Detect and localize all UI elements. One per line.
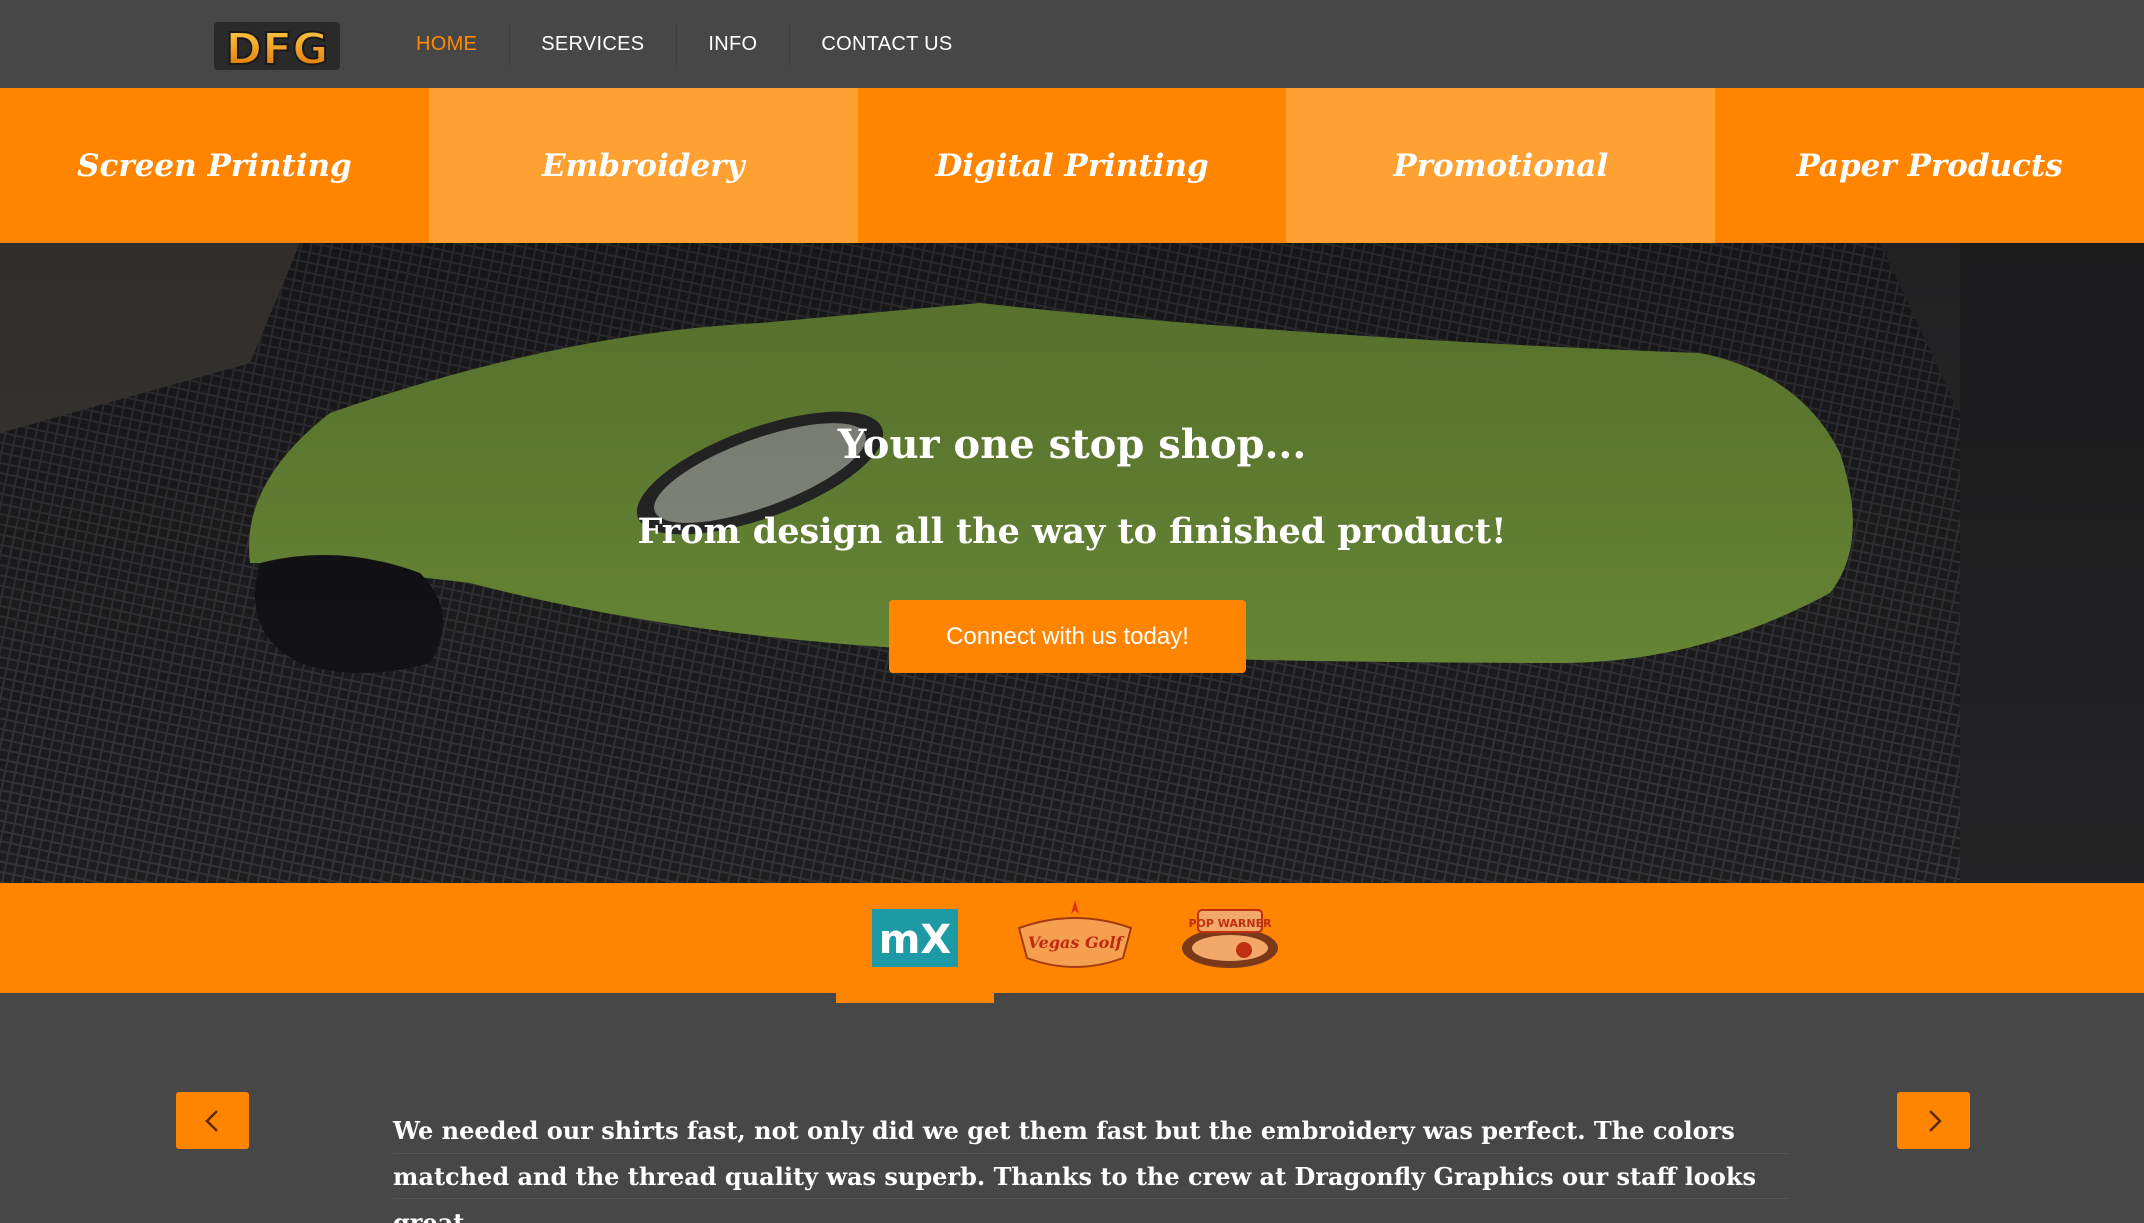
- testimonial-divider: [393, 1198, 1789, 1199]
- category-embroidery[interactable]: Embroidery: [428, 88, 858, 243]
- nav-home[interactable]: HOME: [384, 0, 510, 94]
- top-navigation: DFG HOME SERVICES INFO CONTACT US: [0, 0, 2144, 94]
- carousel-prev-button[interactable]: [176, 1092, 249, 1149]
- pop-warner-logo-icon: POP WARNER: [1182, 909, 1278, 968]
- client-mx[interactable]: mX: [836, 883, 994, 1003]
- nav-contact-us[interactable]: CONTACT US: [789, 0, 984, 88]
- hero-banner: Your one stop shop... From design all th…: [0, 243, 2144, 883]
- carousel-next-button[interactable]: [1897, 1092, 1970, 1149]
- hero-subtitle: From design all the way to finished prod…: [637, 511, 1507, 552]
- pop-warner-logo-text: POP WARNER: [1188, 917, 1272, 930]
- hero-title: Your one stop shop...: [837, 421, 1307, 468]
- connect-button[interactable]: Connect with us today!: [889, 600, 1246, 673]
- service-categories: Screen Printing Embroidery Digital Print…: [0, 88, 2144, 243]
- vegas-golf-logo-icon: Vegas Golf: [1017, 900, 1133, 968]
- mx-logo-text: mX: [879, 917, 952, 963]
- main-nav: HOME SERVICES INFO CONTACT US: [384, 0, 985, 94]
- client-vegas-golf[interactable]: Vegas Golf: [1000, 883, 1150, 993]
- chevron-left-icon: [204, 1109, 218, 1132]
- category-digital-printing[interactable]: Digital Printing: [857, 88, 1287, 243]
- category-paper-products[interactable]: Paper Products: [1715, 88, 2144, 243]
- client-logos-strip: mX Vegas Golf POP WARNER: [0, 883, 2144, 1003]
- chevron-right-icon: [1928, 1109, 1942, 1132]
- nav-info[interactable]: INFO: [676, 0, 789, 88]
- testimonial-text: We needed our shirts fast, not only did …: [393, 1116, 1756, 1223]
- mx-logo-icon: mX: [872, 909, 958, 967]
- category-promotional[interactable]: Promotional: [1286, 88, 1716, 243]
- client-pop-warner[interactable]: POP WARNER: [1160, 883, 1300, 993]
- nav-services[interactable]: SERVICES: [509, 0, 676, 88]
- testimonial-divider: [393, 1153, 1789, 1154]
- category-screen-printing[interactable]: Screen Printing: [0, 88, 429, 243]
- dfg-logo[interactable]: DFG: [212, 18, 342, 76]
- vegas-golf-logo-text: Vegas Golf: [1028, 933, 1126, 952]
- logo-text: DFG: [226, 24, 329, 74]
- hero-background-image: [0, 243, 2144, 883]
